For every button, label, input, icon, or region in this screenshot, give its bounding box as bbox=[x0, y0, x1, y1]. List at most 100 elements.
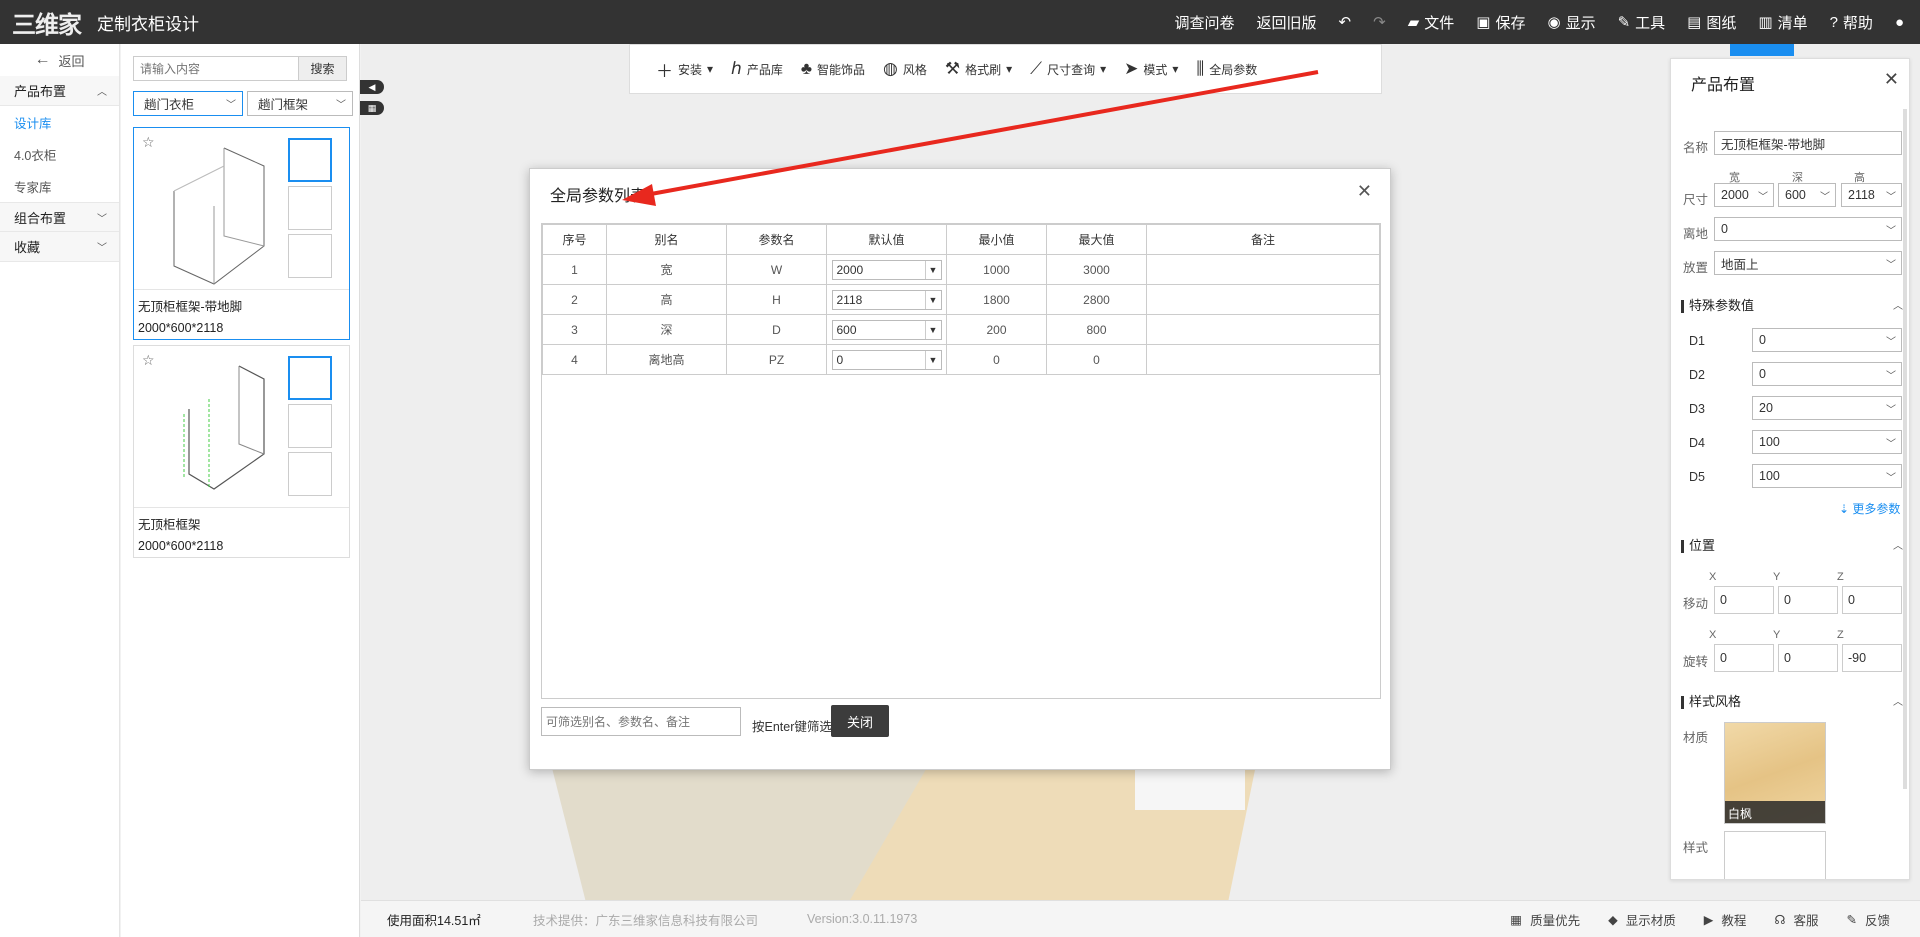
name-field[interactable]: 无顶柜框架-带地脚 bbox=[1714, 131, 1902, 155]
move-x-input[interactable]: 0 bbox=[1714, 586, 1774, 614]
user-menu[interactable]: ● bbox=[1895, 14, 1904, 31]
close-icon[interactable]: ✕ bbox=[1357, 181, 1372, 202]
undo-button[interactable]: ↶ bbox=[1339, 13, 1352, 31]
format-brush-menu[interactable]: ⚒ 格式刷 ▾ bbox=[945, 59, 1012, 79]
show-material-button[interactable]: ◆ 显示材质 bbox=[1608, 910, 1676, 929]
library-search: 搜索 bbox=[133, 56, 347, 81]
nav-item-expert-library[interactable]: 专家库 bbox=[0, 170, 119, 202]
close-button[interactable]: 关闭 bbox=[831, 705, 889, 737]
variant-thumb[interactable] bbox=[288, 452, 332, 496]
search-button[interactable]: 搜索 bbox=[299, 56, 347, 81]
position-header[interactable]: 位置 ︿ bbox=[1681, 535, 1903, 554]
accent-tab bbox=[1730, 44, 1794, 56]
tools-menu[interactable]: ✎ 工具 bbox=[1618, 12, 1666, 33]
save-button[interactable]: ▣ 保存 bbox=[1476, 12, 1525, 33]
save-icon: ▣ bbox=[1476, 14, 1491, 31]
style-swatch[interactable] bbox=[1724, 831, 1826, 879]
table-row[interactable]: 2 高 H 2118 ▼ 1800 2800 bbox=[542, 284, 1380, 315]
d2-select[interactable]: 0 ﹀ bbox=[1752, 362, 1902, 386]
height-select[interactable]: 2118 ﹀ bbox=[1841, 183, 1902, 207]
rotate-y-input[interactable]: 0 bbox=[1778, 644, 1838, 672]
width-select[interactable]: 2000 ﹀ bbox=[1714, 183, 1774, 207]
depth-select[interactable]: 600 ﹀ bbox=[1778, 183, 1836, 207]
return-old-version-link[interactable]: 返回旧版 bbox=[1257, 12, 1317, 33]
d5-select[interactable]: 100 ﹀ bbox=[1752, 464, 1902, 488]
table-row[interactable]: 1 宽 W 2000 ▼ 1000 3000 bbox=[542, 254, 1380, 285]
product-card[interactable]: ☆ 无顶柜框架-带地脚 2000*600*2118 bbox=[133, 127, 350, 340]
d1-select[interactable]: 0 ﹀ bbox=[1752, 328, 1902, 352]
design-toolbar: ＋安装 ▾ ℎ 产品库 ♣ 智能饰品 ◍ 风格 ⚒ 格式刷 ▾ ⟋ 尺寸查询 ▾ ➤ 模式 ▾ ⫼ 全… bbox=[629, 44, 1382, 94]
default-value-select[interactable]: 0 ▼ bbox=[831, 349, 942, 370]
dialog-title: 全局参数列表 bbox=[550, 188, 647, 205]
table-row[interactable]: 4 离地高 PZ 0 ▼ 0 0 bbox=[542, 344, 1380, 375]
mode-menu[interactable]: ➤ 模式 ▾ bbox=[1124, 59, 1178, 79]
material-swatch[interactable]: 白枫 bbox=[1724, 722, 1826, 824]
default-value-select[interactable]: 2000 ▼ bbox=[831, 259, 942, 280]
logo-text: 三维家 bbox=[12, 11, 82, 39]
default-value-select[interactable]: 600 ▼ bbox=[831, 319, 942, 340]
variant-thumb[interactable] bbox=[288, 186, 332, 230]
support-button[interactable]: ☊ 客服 bbox=[1774, 910, 1818, 929]
default-value-select[interactable]: 2118 ▼ bbox=[831, 289, 942, 310]
ground-label: 离地 bbox=[1683, 227, 1709, 241]
ground-select[interactable]: 0 ﹀ bbox=[1714, 217, 1902, 241]
filter-input[interactable] bbox=[541, 707, 741, 736]
table-row[interactable]: 3 深 D 600 ▼ 200 800 bbox=[542, 314, 1380, 345]
palette-icon: ◍ bbox=[883, 59, 898, 78]
help-menu[interactable]: ? 帮助 bbox=[1830, 12, 1873, 33]
params-table: 序号 别名 参数名 默认值 最小值 最大值 备注 1 宽 W 2000 ▼ 100… bbox=[541, 223, 1381, 699]
style-button[interactable]: ◍ 风格 bbox=[883, 59, 927, 79]
close-icon[interactable]: ✕ bbox=[1884, 69, 1899, 90]
grid-toggle[interactable]: ▦ bbox=[360, 101, 384, 115]
nav-section-combo-layout[interactable]: 组合布置 ﹀ bbox=[0, 202, 119, 232]
panel-scrollbar[interactable] bbox=[1903, 109, 1907, 789]
quality-button[interactable]: ▦ 质量优先 bbox=[1510, 910, 1580, 929]
caret-down-icon: ▾ bbox=[1172, 62, 1179, 76]
size-query-menu[interactable]: ⟋ 尺寸查询 ▾ bbox=[1030, 59, 1106, 79]
left-nav: ← 返回 产品布置 ︿ 设计库 4.0衣柜 专家库 组合布置 ﹀ 收藏 ﹀ bbox=[0, 44, 120, 937]
style-header[interactable]: 样式风格 ︿ bbox=[1681, 691, 1903, 710]
redo-button[interactable]: ↷ bbox=[1373, 13, 1386, 31]
d3-select[interactable]: 20 ﹀ bbox=[1752, 396, 1902, 420]
move-y-input[interactable]: 0 bbox=[1778, 586, 1838, 614]
variant-thumb[interactable] bbox=[288, 234, 332, 278]
list-menu[interactable]: ▥ 清单 bbox=[1758, 12, 1807, 33]
brush-icon: ⚒ bbox=[944, 59, 961, 78]
feedback-button[interactable]: ✎ 反馈 bbox=[1847, 910, 1891, 929]
survey-link[interactable]: 调查问卷 bbox=[1175, 12, 1235, 33]
rotate-z-input[interactable]: -90 bbox=[1842, 644, 1902, 672]
plus-icon: ＋ bbox=[656, 61, 673, 81]
rotate-x-input[interactable]: 0 bbox=[1714, 644, 1774, 672]
headset-icon: ☊ bbox=[1774, 912, 1786, 927]
product-card[interactable]: ☆ 无顶柜框架 2000*600*2118 bbox=[133, 345, 350, 558]
nav-section-favorites[interactable]: 收藏 ﹀ bbox=[0, 232, 119, 262]
file-menu[interactable]: ▰ 文件 bbox=[1408, 12, 1455, 33]
install-menu[interactable]: ＋安装 ▾ bbox=[656, 57, 713, 82]
collapse-panel-toggle[interactable]: ◀ bbox=[360, 80, 384, 94]
column-header: 备注 bbox=[1146, 224, 1380, 255]
logo[interactable]: 三维家 定制衣柜设计 bbox=[12, 0, 199, 44]
variant-thumb[interactable] bbox=[288, 404, 332, 448]
place-select[interactable]: 地面上 ﹀ bbox=[1714, 251, 1902, 275]
global-params-button[interactable]: ⫼ 全局参数 bbox=[1196, 59, 1257, 79]
category-select[interactable]: 趟门衣柜 ﹀ bbox=[133, 91, 243, 116]
tutorial-button[interactable]: ▶ 教程 bbox=[1704, 910, 1747, 929]
special-params-header[interactable]: 特殊参数值 ︿ bbox=[1681, 295, 1903, 314]
search-input[interactable] bbox=[133, 56, 299, 81]
smart-decor-button[interactable]: ♣ 智能饰品 bbox=[801, 59, 865, 79]
nav-item-design-library[interactable]: 设计库 bbox=[0, 106, 119, 138]
display-menu[interactable]: ◉ 显示 bbox=[1547, 12, 1595, 33]
chevron-down-icon: ﹀ bbox=[1886, 259, 1896, 271]
subcategory-select[interactable]: 趟门框架 ﹀ bbox=[247, 91, 353, 116]
move-z-input[interactable]: 0 bbox=[1842, 586, 1902, 614]
d4-select[interactable]: 100 ﹀ bbox=[1752, 430, 1902, 454]
play-icon: ▶ bbox=[1703, 912, 1714, 927]
back-button[interactable]: ← 返回 bbox=[0, 44, 119, 76]
product-library-button[interactable]: ℎ 产品库 bbox=[731, 59, 783, 79]
more-params-link[interactable]: ⇣ 更多参数 bbox=[1839, 500, 1900, 517]
nav-section-product-layout[interactable]: 产品布置 ︿ bbox=[0, 76, 119, 106]
nav-item-40-wardrobe[interactable]: 4.0衣柜 bbox=[0, 138, 119, 170]
drawings-menu[interactable]: ▤ 图纸 bbox=[1687, 12, 1736, 33]
variant-thumb[interactable] bbox=[288, 138, 332, 182]
variant-thumb[interactable] bbox=[288, 356, 332, 400]
